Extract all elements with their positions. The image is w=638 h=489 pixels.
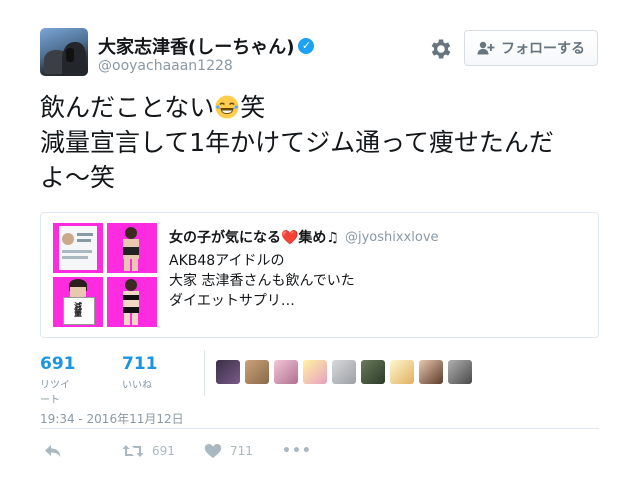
quoted-tweet-card[interactable]: 減量 女の子が気になる❤️集め♫ @jyoshixxlove AKB48アイドル…: [40, 212, 599, 338]
liker-avatar[interactable]: [448, 360, 472, 384]
tweet-actions: 691 711 •••: [40, 443, 600, 463]
liker-avatar[interactable]: [245, 360, 269, 384]
card-author-name[interactable]: 女の子が気になる❤️集め♫: [169, 227, 339, 247]
tweet-line-1-text: 飲んだことない: [40, 93, 215, 122]
card-text-line: 大家 志津香さんも飲んでいた: [169, 273, 355, 289]
stats-divider: [204, 350, 205, 396]
card-thumbnail[interactable]: [107, 223, 157, 273]
follow-button-label: フォローする: [501, 41, 585, 57]
more-button[interactable]: •••: [282, 443, 312, 459]
follow-button[interactable]: フォローする: [464, 30, 598, 66]
avatar[interactable]: [40, 28, 88, 76]
tweet-line-2: 減量宣言して1年かけてジム通って痩せたんだ: [40, 128, 554, 157]
liker-avatar[interactable]: [332, 360, 356, 384]
liker-avatar[interactable]: [419, 360, 443, 384]
heart-icon: [204, 444, 222, 458]
card-thumbnail[interactable]: 減量: [53, 277, 103, 327]
liker-avatar[interactable]: [390, 360, 414, 384]
like-button[interactable]: 711: [204, 443, 253, 459]
like-label: いいね: [122, 380, 152, 391]
retweet-stat[interactable]: 691 リツイート: [40, 354, 76, 406]
like-action-count: 711: [230, 444, 253, 458]
user-handle[interactable]: @ooyachaaan1228: [98, 58, 233, 74]
tears-of-joy-emoji-icon: [215, 95, 239, 119]
reply-icon: [45, 445, 61, 457]
liker-avatar[interactable]: [274, 360, 298, 384]
retweet-action-count: 691: [152, 444, 175, 458]
card-thumbnail[interactable]: [107, 277, 157, 327]
liker-avatar[interactable]: [216, 360, 240, 384]
display-name[interactable]: 大家志津香(しーちゃん): [98, 33, 294, 59]
add-user-icon: [477, 41, 495, 55]
retweet-label: リツイート: [40, 380, 70, 406]
tweet-timestamp[interactable]: 19:34 - 2016年11月12日: [40, 410, 184, 427]
like-stat[interactable]: 711 いいね: [122, 354, 158, 391]
divider: [40, 428, 599, 429]
card-text-line: AKB48アイドルの: [169, 253, 285, 269]
more-icon: •••: [282, 443, 312, 459]
verified-badge-icon: ✓: [298, 38, 315, 54]
card-thumbnail[interactable]: [53, 223, 103, 273]
card-text-line: ダイエットサプリ…: [169, 293, 295, 309]
tweet-line-3: よ〜笑: [40, 163, 116, 192]
gear-icon[interactable]: [428, 36, 454, 62]
retweet-count[interactable]: 691: [40, 354, 76, 374]
tweet-line-1: 飲んだことない 笑: [40, 90, 600, 125]
liker-avatar[interactable]: [361, 360, 385, 384]
tweet-line-1-suffix: 笑: [240, 93, 266, 122]
tweet-text: 飲んだことない 笑 減量宣言して1年かけてジム通って痩せたんだ よ〜笑: [40, 90, 600, 195]
liker-avatar[interactable]: [303, 360, 327, 384]
like-count[interactable]: 711: [122, 354, 158, 374]
likers-avatars: [216, 360, 477, 384]
user-name-line[interactable]: 大家志津香(しーちゃん) ✓: [98, 33, 315, 59]
retweet-button[interactable]: 691: [122, 443, 175, 459]
card-author-handle[interactable]: @jyoshixxlove: [345, 230, 439, 245]
retweet-icon: [122, 445, 144, 457]
reply-button[interactable]: [44, 443, 62, 459]
card-image-grid[interactable]: 減量: [53, 223, 157, 327]
card-author-line[interactable]: 女の子が気になる❤️集め♫ @jyoshixxlove: [169, 227, 439, 247]
